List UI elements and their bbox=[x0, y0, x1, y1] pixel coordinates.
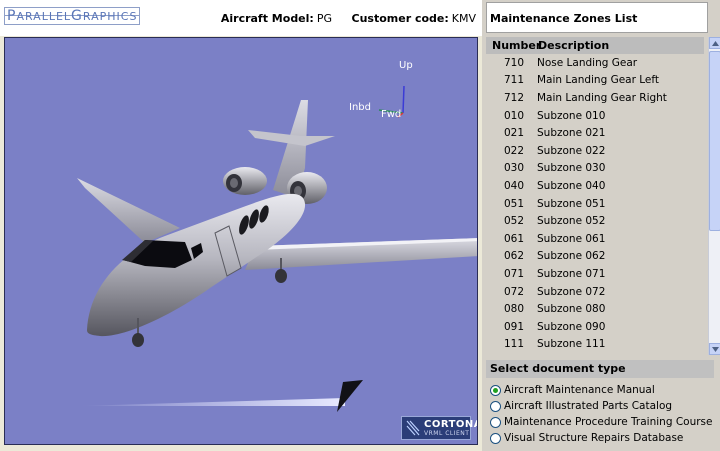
aircraft-info: Aircraft Model: PG Customer code: KMV bbox=[221, 12, 476, 25]
table-row[interactable]: 072 Subzone 072 bbox=[486, 283, 704, 301]
zone-description: Main Landing Gear Right bbox=[537, 91, 667, 104]
table-row[interactable]: 071 Subzone 071 bbox=[486, 265, 704, 283]
table-row[interactable]: 710 Nose Landing Gear bbox=[486, 54, 704, 72]
zone-number: 030 bbox=[504, 162, 525, 175]
table-row[interactable]: 021 Subzone 021 bbox=[486, 124, 704, 142]
document-type-options: Aircraft Maintenance Manual Aircraft Ill… bbox=[490, 382, 718, 446]
zone-description: Subzone 030 bbox=[537, 162, 606, 175]
radio-button[interactable] bbox=[490, 416, 501, 428]
zone-number: 010 bbox=[504, 109, 525, 122]
document-type-title: Select document type bbox=[486, 360, 714, 378]
zones-table-header: Number Description bbox=[486, 37, 704, 54]
zone-description: Subzone 071 bbox=[537, 267, 606, 280]
chevron-up-icon bbox=[712, 41, 719, 46]
aircraft-model-label: Aircraft Model: bbox=[220, 12, 314, 25]
axis-up-label: Up bbox=[399, 60, 413, 71]
table-row[interactable]: 051 Subzone 051 bbox=[486, 195, 704, 213]
zone-number: 712 bbox=[504, 91, 525, 104]
zone-number: 062 bbox=[504, 250, 525, 263]
zone-number: 091 bbox=[504, 320, 525, 333]
zone-number: 052 bbox=[504, 215, 525, 228]
radio-button[interactable] bbox=[490, 384, 501, 396]
doc-option-ipc[interactable]: Aircraft Illustrated Parts Catalog bbox=[490, 398, 718, 414]
table-row[interactable]: 111 Subzone 111 bbox=[486, 336, 704, 354]
doc-option-training[interactable]: Maintenance Procedure Training Course bbox=[490, 414, 718, 430]
cortona-subtitle: VRML CLIENT bbox=[424, 430, 470, 437]
zone-number: 071 bbox=[504, 267, 525, 280]
parallelgraphics-logo: PARALLELGRAPHICS bbox=[4, 7, 141, 25]
column-header-description[interactable]: Description bbox=[538, 39, 609, 52]
table-row[interactable]: 091 Subzone 090 bbox=[486, 318, 704, 336]
scroll-up-button[interactable] bbox=[709, 37, 720, 49]
aircraft-3d-model[interactable] bbox=[5, 38, 478, 445]
zone-number: 061 bbox=[504, 232, 525, 245]
table-row[interactable]: 030 Subzone 030 bbox=[486, 160, 704, 178]
viewer-pane: PARALLELGRAPHICS Aircraft Model: PG Custo… bbox=[0, 0, 482, 451]
customer-code-label: Customer code: bbox=[351, 12, 449, 25]
doc-option-label: Aircraft Illustrated Parts Catalog bbox=[504, 400, 673, 412]
column-header-number[interactable]: Number bbox=[486, 39, 541, 52]
aircraft-model-value: PG bbox=[316, 12, 332, 25]
doc-option-label: Visual Structure Repairs Database bbox=[504, 432, 684, 444]
customer-code-value: KMV bbox=[451, 12, 476, 25]
zone-number: 051 bbox=[504, 197, 525, 210]
zone-number: 711 bbox=[504, 74, 525, 87]
zone-description: Subzone 021 bbox=[537, 127, 606, 140]
zone-description: Subzone 111 bbox=[537, 338, 606, 351]
cortona-badge[interactable]: CORTONA VRML CLIENT bbox=[401, 416, 477, 440]
zone-description: Subzone 061 bbox=[537, 232, 606, 245]
zone-description: Subzone 040 bbox=[537, 179, 606, 192]
vrml-viewport[interactable]: Up Inbd Fwd CORTONA VRML CLIENT bbox=[4, 37, 478, 445]
side-panel: Maintenance Zones List Number Descriptio… bbox=[482, 0, 720, 451]
zones-panel-title: Maintenance Zones List bbox=[486, 2, 708, 33]
zone-description: Subzone 062 bbox=[537, 250, 606, 263]
radio-button[interactable] bbox=[490, 400, 501, 412]
zone-number: 021 bbox=[504, 127, 525, 140]
zone-number: 040 bbox=[504, 179, 525, 192]
zone-number: 072 bbox=[504, 285, 525, 298]
zone-description: Subzone 090 bbox=[537, 320, 606, 333]
table-row[interactable]: 080 Subzone 080 bbox=[486, 300, 704, 318]
table-row[interactable]: 062 Subzone 062 bbox=[486, 248, 704, 266]
cortona-title: CORTONA bbox=[424, 419, 478, 430]
cortona-logo-icon bbox=[406, 420, 420, 436]
doc-option-label: Maintenance Procedure Training Course bbox=[504, 416, 713, 428]
zone-description: Subzone 051 bbox=[537, 197, 606, 210]
zone-number: 710 bbox=[504, 56, 525, 69]
zones-scrollbar[interactable] bbox=[708, 37, 720, 355]
table-row[interactable]: 040 Subzone 040 bbox=[486, 177, 704, 195]
table-row[interactable]: 711 Main Landing Gear Left bbox=[486, 72, 704, 90]
table-row[interactable]: 061 Subzone 061 bbox=[486, 230, 704, 248]
axis-fwd-label: Fwd bbox=[381, 109, 402, 120]
zone-number: 022 bbox=[504, 144, 525, 157]
table-row[interactable]: 712 Main Landing Gear Right bbox=[486, 89, 704, 107]
header-bar: PARALLELGRAPHICS Aircraft Model: PG Custo… bbox=[0, 0, 482, 36]
table-row[interactable]: 010 Subzone 010 bbox=[486, 107, 704, 125]
zone-description: Subzone 052 bbox=[537, 215, 606, 228]
table-row[interactable]: 022 Subzone 022 bbox=[486, 142, 704, 160]
doc-option-amm[interactable]: Aircraft Maintenance Manual bbox=[490, 382, 718, 398]
zone-description: Subzone 010 bbox=[537, 109, 606, 122]
zone-number: 111 bbox=[504, 338, 525, 351]
doc-option-repairs[interactable]: Visual Structure Repairs Database bbox=[490, 430, 718, 446]
scroll-thumb[interactable] bbox=[709, 51, 720, 231]
zone-description: Main Landing Gear Left bbox=[537, 74, 660, 87]
scroll-down-button[interactable] bbox=[709, 343, 720, 355]
zone-description: Subzone 072 bbox=[537, 285, 606, 298]
zone-description: Nose Landing Gear bbox=[537, 56, 638, 69]
zone-number: 080 bbox=[504, 303, 525, 316]
chevron-down-icon bbox=[712, 347, 719, 352]
axis-inbd-label: Inbd bbox=[349, 102, 371, 113]
zone-description: Subzone 022 bbox=[537, 144, 606, 157]
table-row[interactable]: 052 Subzone 052 bbox=[486, 212, 704, 230]
radio-button[interactable] bbox=[490, 432, 501, 444]
doc-option-label: Aircraft Maintenance Manual bbox=[504, 384, 655, 396]
zones-table: Number Description 710 Nose Landing Gear … bbox=[486, 37, 704, 355]
zone-description: Subzone 080 bbox=[537, 303, 606, 316]
